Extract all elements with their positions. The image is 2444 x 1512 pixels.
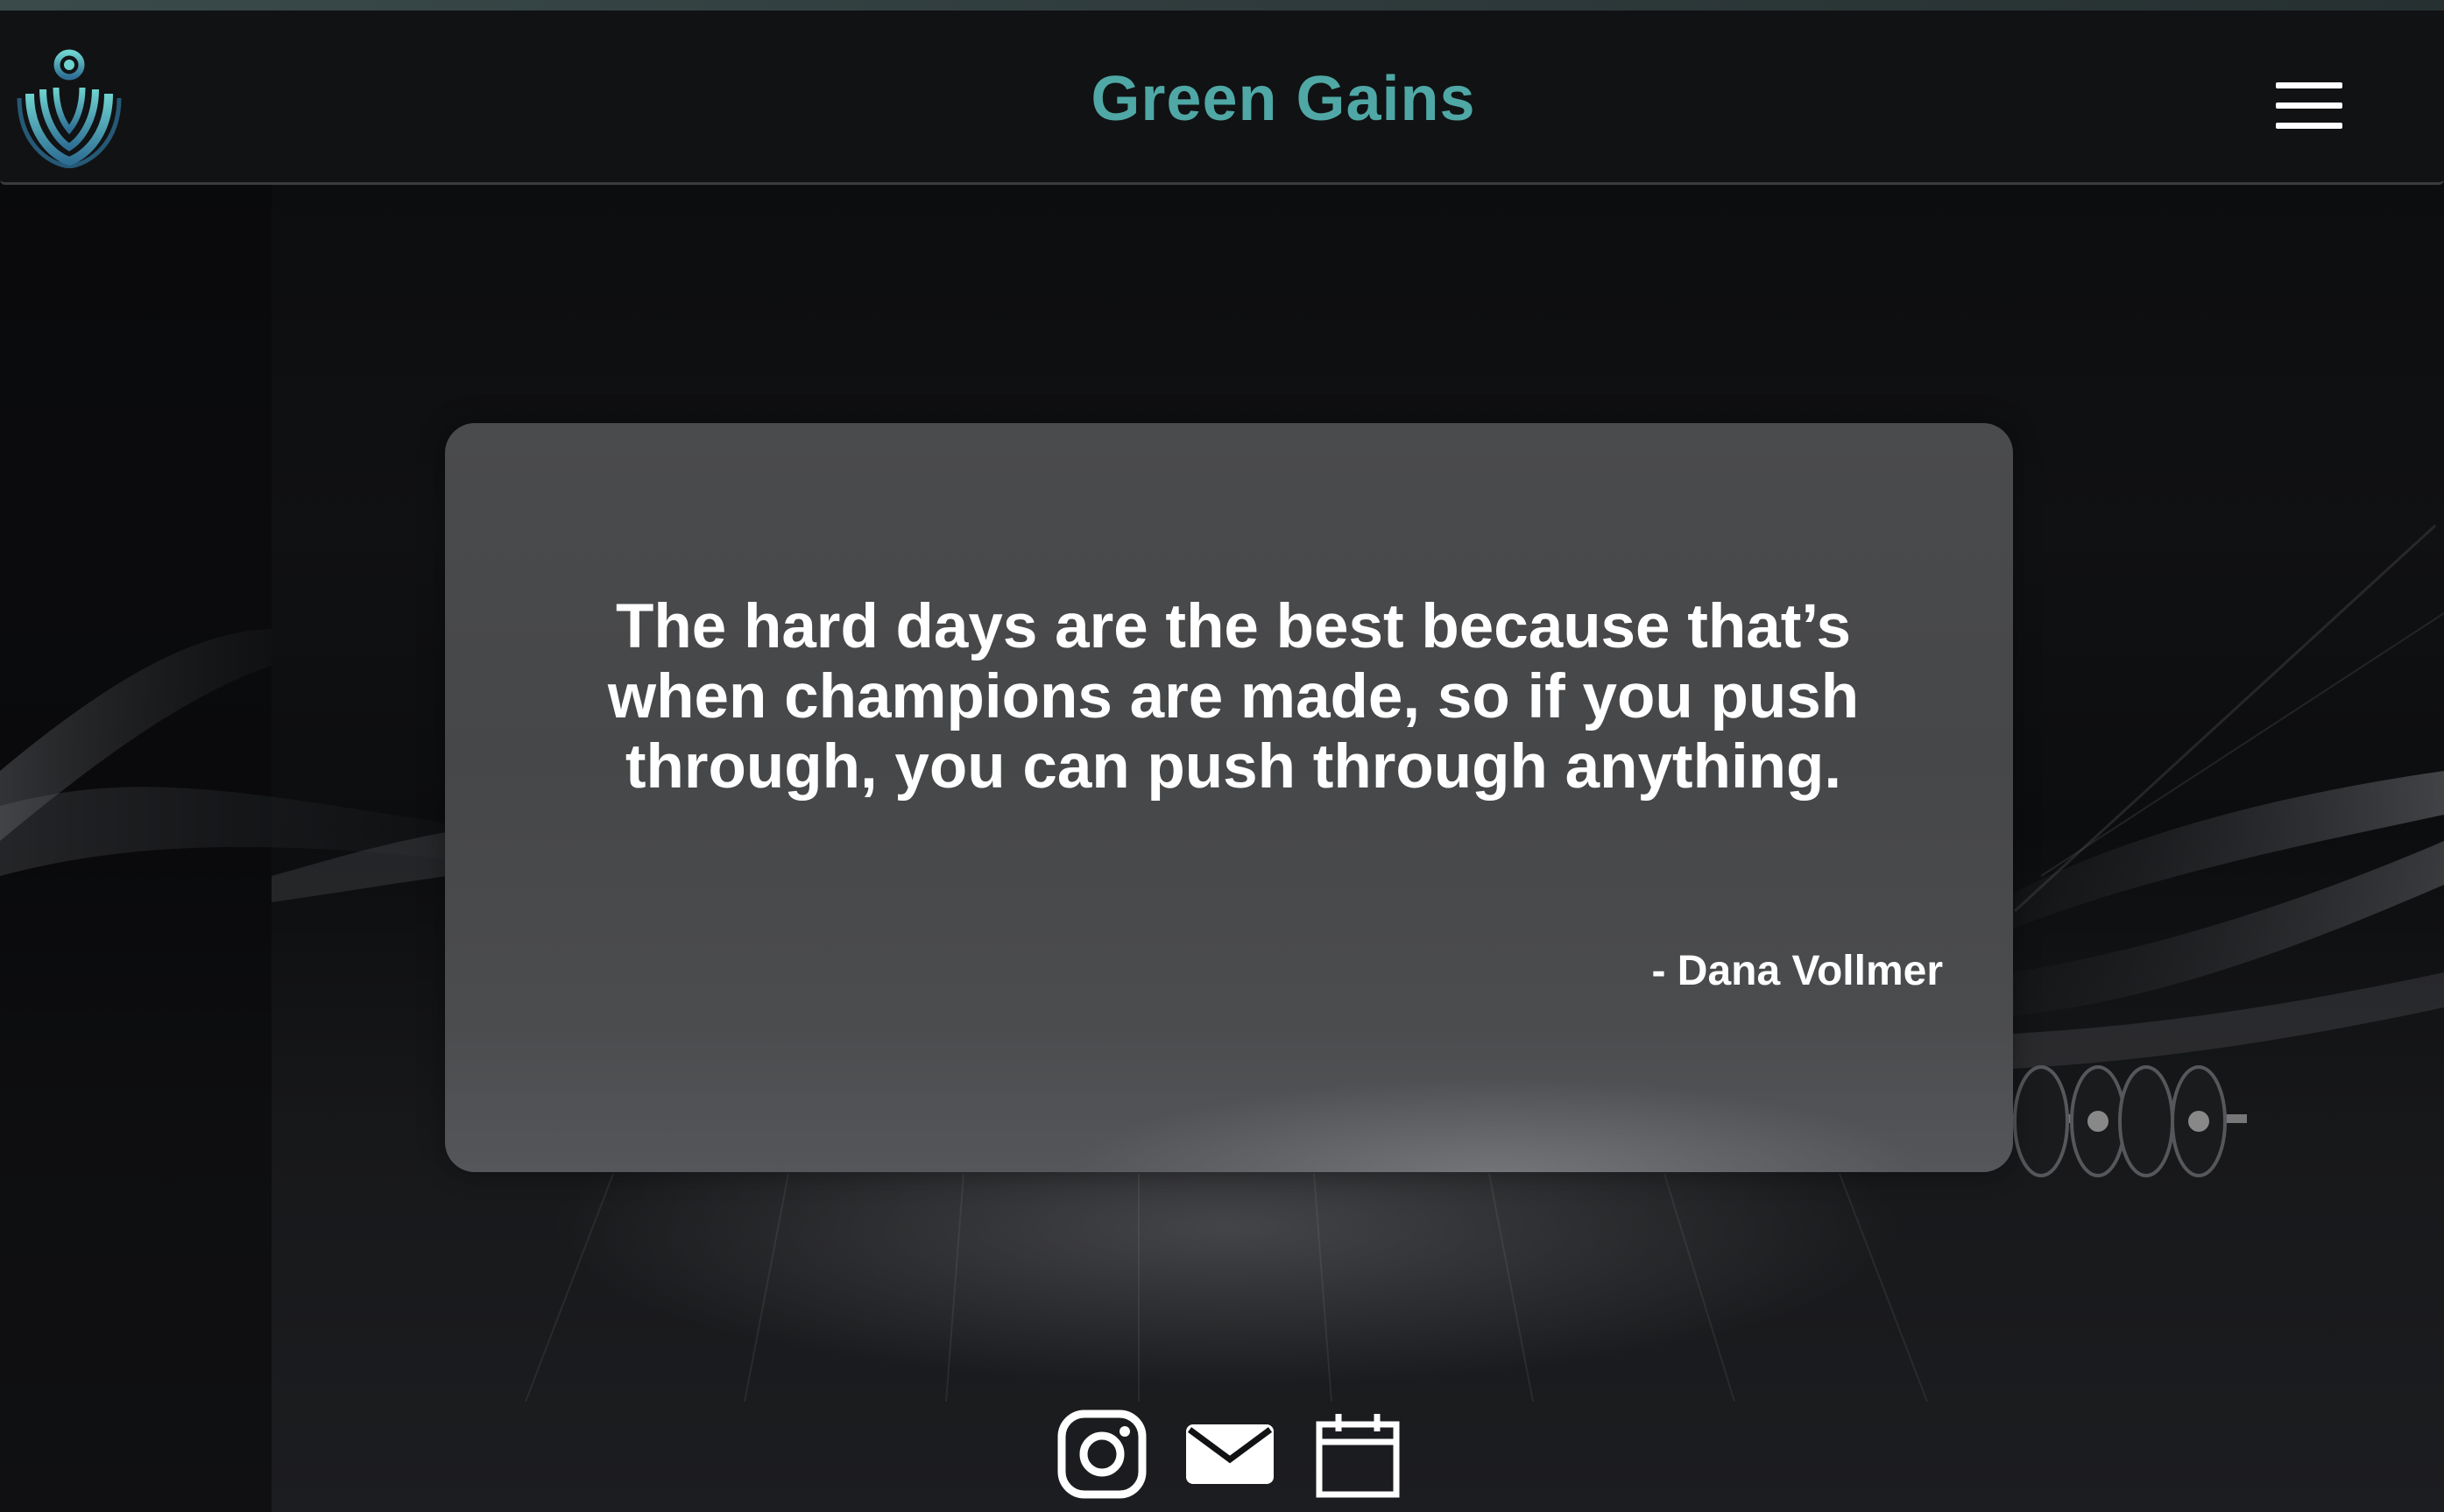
site-header: Green Gains xyxy=(0,11,2444,185)
quote-author: - Dana Vollmer xyxy=(1651,948,1943,994)
brand-title[interactable]: Green Gains xyxy=(0,63,2444,135)
mail-icon[interactable] xyxy=(1184,1409,1275,1500)
quote-card: The hard days are the best because that’… xyxy=(445,423,2013,1172)
quote-text: The hard days are the best because that’… xyxy=(607,592,1860,802)
hamburger-menu-icon xyxy=(2276,82,2342,88)
dumbbell-image xyxy=(2010,1065,2247,1177)
hamburger-menu-button[interactable] xyxy=(2276,82,2349,131)
top-accent-bar xyxy=(0,0,2444,11)
instagram-icon[interactable] xyxy=(1056,1409,1148,1500)
calendar-icon[interactable] xyxy=(1312,1409,1403,1500)
page: Green Gains The hard days are the best b… xyxy=(0,0,2444,1512)
social-links xyxy=(1051,1409,1402,1505)
